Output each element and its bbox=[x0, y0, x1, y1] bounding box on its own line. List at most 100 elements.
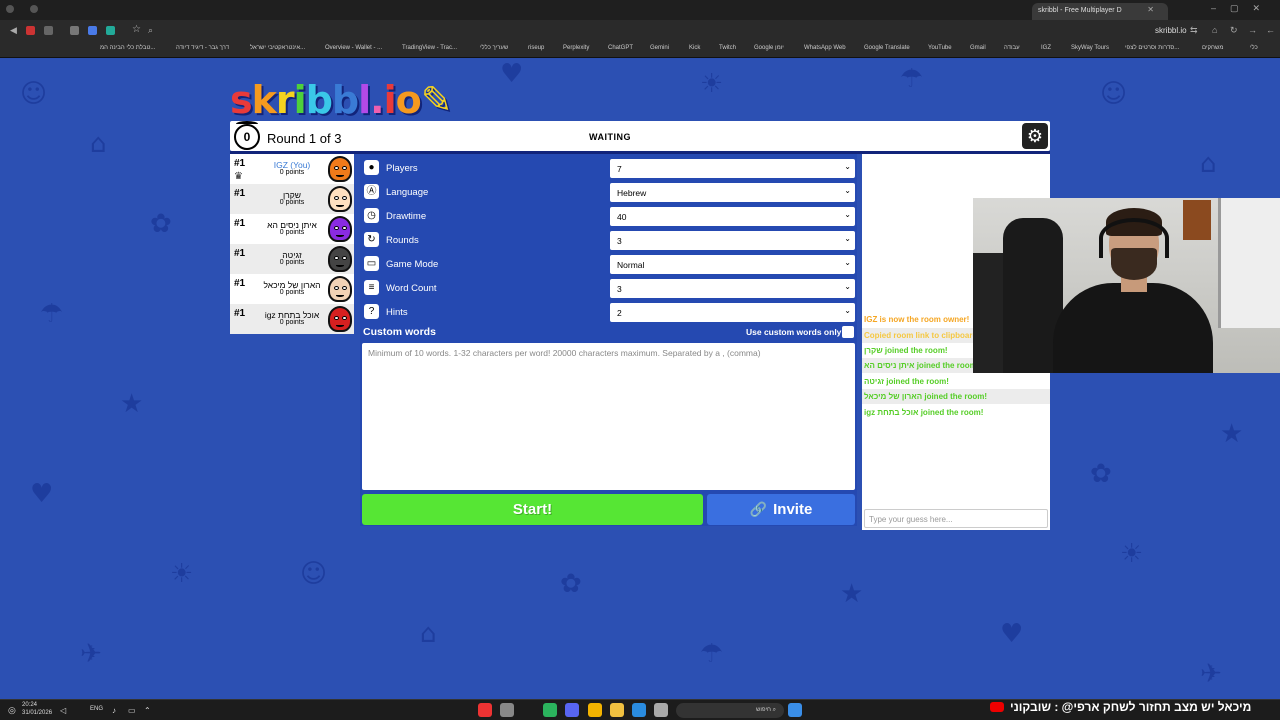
poster bbox=[1183, 200, 1211, 240]
custom-words-only-label: Use custom words only bbox=[746, 327, 842, 337]
gamemode-select[interactable]: Normal ⌄ bbox=[610, 255, 855, 274]
bookmark[interactable]: Google Translate bbox=[864, 45, 910, 51]
bookmark[interactable]: Overview - Wallet - ... bbox=[325, 45, 382, 51]
close-tab-icon[interactable]: ✕ bbox=[1147, 5, 1154, 14]
player-row[interactable]: #1 שקרן 0 points bbox=[230, 184, 354, 214]
bookmark[interactable]: Perplexity bbox=[563, 45, 589, 51]
bookmark[interactable]: SkyWay Tours bbox=[1071, 45, 1109, 51]
doodle-icon: ☂ bbox=[900, 64, 924, 94]
doodle-icon: ☀ bbox=[170, 559, 194, 589]
headset-icon bbox=[1099, 218, 1169, 258]
clock-date[interactable]: 31/01/2026 bbox=[22, 710, 52, 716]
bookmark[interactable]: riseup bbox=[528, 45, 544, 51]
bookmark[interactable]: סדרות וסרטים לצפי... bbox=[1125, 45, 1179, 51]
setting-label: Language bbox=[386, 187, 429, 198]
extension-icon[interactable] bbox=[88, 26, 97, 35]
taskbar-search[interactable]: חיפוש ⌕ bbox=[676, 703, 784, 718]
whatsapp-icon[interactable] bbox=[543, 703, 557, 717]
bookmark[interactable]: Gemini bbox=[650, 45, 669, 51]
bookmark[interactable]: Google יומן bbox=[754, 45, 784, 51]
window-controls[interactable]: –▢✕ bbox=[1211, 3, 1274, 14]
back-arrow-icon[interactable]: ← bbox=[1266, 25, 1275, 35]
extension-icon[interactable] bbox=[44, 26, 53, 35]
player-row[interactable]: #1 זגיטה 0 points bbox=[230, 244, 354, 274]
windows-start-icon[interactable] bbox=[788, 703, 802, 717]
clock-time[interactable]: 20:24 bbox=[22, 702, 37, 708]
window-dot bbox=[6, 5, 14, 13]
guess-input[interactable]: Type your guess here... bbox=[864, 509, 1048, 528]
user-icon: ● bbox=[364, 160, 379, 175]
player-row[interactable]: #1 איתן ניסים הא 0 points bbox=[230, 214, 354, 244]
bookmark[interactable]: טבלת כלי הבינה המ... bbox=[100, 45, 155, 51]
custom-words-textarea[interactable]: Minimum of 10 words. 1-32 characters per… bbox=[362, 343, 855, 490]
player-row[interactable]: #1 הארון של מיכאל 0 points bbox=[230, 274, 354, 304]
start-button[interactable]: Start! bbox=[362, 494, 703, 525]
select-value: 40 bbox=[617, 212, 627, 222]
setting-label: Rounds bbox=[386, 235, 419, 246]
invite-button[interactable]: 🔗 Invite bbox=[707, 494, 855, 525]
discord-icon[interactable] bbox=[565, 703, 579, 717]
forward-icon[interactable]: → bbox=[1248, 25, 1257, 35]
language-select[interactable]: Hebrew ⌄ bbox=[610, 183, 855, 202]
reload-icon[interactable]: ↻ bbox=[1230, 25, 1238, 36]
extension-icon[interactable] bbox=[106, 26, 115, 35]
bookmark[interactable]: TradingView - Trac... bbox=[402, 45, 457, 51]
bookmark[interactable]: Gmail bbox=[970, 45, 986, 51]
bookmark[interactable]: ChatGPT bbox=[608, 45, 633, 51]
bookmark[interactable]: עבודה bbox=[1004, 45, 1020, 51]
back-icon[interactable]: ◀ bbox=[10, 25, 17, 36]
bookmark[interactable]: משחקים bbox=[1202, 45, 1223, 51]
player-row[interactable]: #1 ♛ IGZ (You) 0 points bbox=[230, 154, 354, 184]
chevron-up-icon[interactable]: ⌃ bbox=[144, 706, 151, 715]
app-icon[interactable] bbox=[500, 703, 514, 717]
player-points: 0 points bbox=[279, 319, 305, 326]
bookmark[interactable]: כלי bbox=[1250, 45, 1258, 51]
bookmark[interactable]: אינטראקטיבי ישראל... bbox=[250, 45, 305, 51]
app-icon[interactable] bbox=[654, 703, 668, 717]
app-icon[interactable] bbox=[478, 703, 492, 717]
extension-icon[interactable] bbox=[26, 26, 35, 35]
guess-placeholder: Type your guess here... bbox=[869, 515, 953, 524]
player-points: 0 points bbox=[279, 289, 305, 296]
chrome-icon[interactable] bbox=[588, 703, 602, 717]
players-select[interactable]: 7 ⌄ bbox=[610, 159, 855, 178]
player-rank: #1 bbox=[234, 218, 246, 229]
doodle-icon: ⌂ bbox=[90, 129, 107, 159]
doodle-icon: ☺ bbox=[1100, 79, 1128, 109]
bookmark[interactable]: Kick bbox=[689, 45, 700, 51]
bookmark-star-icon[interactable]: ☆ bbox=[132, 24, 141, 35]
rounds-select[interactable]: 3 ⌄ bbox=[610, 231, 855, 250]
bookmark[interactable]: IGZ bbox=[1041, 45, 1051, 51]
drawtime-select[interactable]: 40 ⌄ bbox=[610, 207, 855, 226]
bookmark[interactable]: שעריך כללי bbox=[480, 45, 508, 51]
extension-icon[interactable] bbox=[70, 26, 79, 35]
player-row[interactable]: #1 igz אוכל בתחת 0 points bbox=[230, 304, 354, 334]
battery-icon[interactable]: ▭ bbox=[128, 706, 136, 715]
select-value: Hebrew bbox=[617, 188, 647, 198]
webcam-overlay bbox=[973, 198, 1280, 373]
search-icon[interactable]: ⌕ bbox=[148, 25, 153, 36]
settings-button[interactable]: ⚙ bbox=[1022, 123, 1048, 149]
doodle-icon: ♥ bbox=[500, 59, 524, 89]
setting-row-wordcount: ≡ Word Count 3 ⌄ bbox=[360, 276, 857, 300]
hint-icon: ? bbox=[364, 304, 379, 319]
language-indicator[interactable]: ENG bbox=[90, 706, 103, 712]
bookmark[interactable]: Twitch bbox=[719, 45, 736, 51]
store-icon[interactable] bbox=[632, 703, 646, 717]
bookmark[interactable]: WhatsApp Web bbox=[804, 45, 846, 51]
folder-icon[interactable] bbox=[610, 703, 624, 717]
wordcount-select[interactable]: 3 ⌄ bbox=[610, 279, 855, 298]
player-rank: #1 bbox=[234, 308, 246, 319]
home-icon[interactable]: ⌂ bbox=[1212, 25, 1217, 35]
mic-icon[interactable]: ♪ bbox=[112, 706, 116, 715]
url-field[interactable]: skribbl.io bbox=[1155, 26, 1187, 35]
player-points: 0 points bbox=[279, 229, 305, 236]
tune-icon[interactable]: ⇆ bbox=[1190, 25, 1198, 36]
custom-words-only-checkbox[interactable] bbox=[842, 326, 854, 338]
hints-select[interactable]: 2 ⌄ bbox=[610, 303, 855, 322]
wifi-icon[interactable]: ◎ bbox=[8, 705, 16, 716]
bookmark[interactable]: YouTube bbox=[928, 45, 952, 51]
search-placeholder: חיפוש bbox=[755, 707, 771, 713]
bookmark[interactable]: דרך גבר - דיגיד דיודה bbox=[176, 45, 229, 51]
volume-icon[interactable]: ◁ bbox=[60, 706, 66, 715]
